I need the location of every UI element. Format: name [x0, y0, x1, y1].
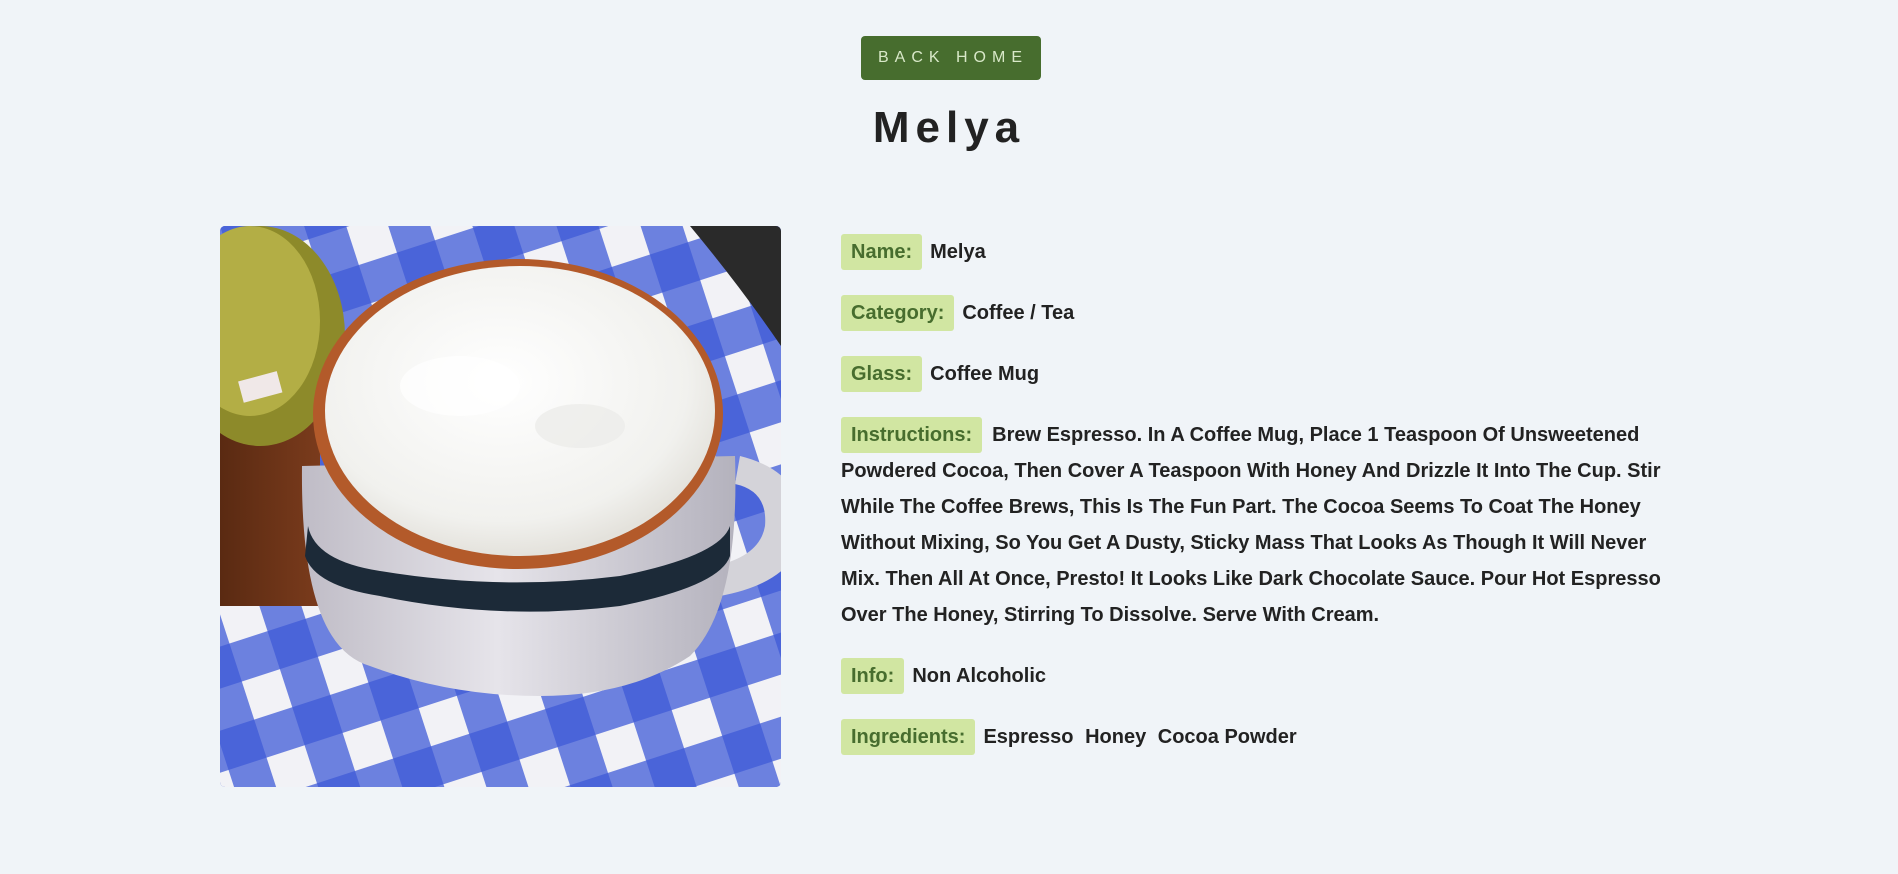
ingredient-item: Cocoa Powder [1157, 726, 1297, 748]
instructions-value: Brew Espresso. In A Coffee Mug, Place 1 … [841, 424, 1661, 626]
detail-glass: Glass: Coffee Mug [841, 356, 1681, 392]
back-home-button[interactable]: Back Home [861, 36, 1041, 80]
detail-category: Category: Coffee / Tea [841, 295, 1681, 331]
page-title: Melya [872, 103, 1026, 152]
category-value: Coffee / Tea [962, 302, 1075, 324]
info-value: Non Alcoholic [912, 665, 1047, 687]
drink-details: Name: Melya Category: Coffee / Tea Glass: C… [841, 234, 1681, 780]
instructions-label: Instructions: [841, 417, 983, 453]
info-label: Info: [841, 658, 905, 694]
drink-photo [220, 226, 781, 787]
detail-instructions: Instructions: Brew Espresso. In A Coffee … [841, 417, 1681, 633]
glass-label: Glass: [841, 356, 923, 392]
ingredient-item: Honey [1085, 726, 1147, 748]
name-label: Name: [841, 234, 923, 270]
cocktail-detail-page: Back Home Melya [0, 0, 1898, 874]
ingredient-item: Espresso [983, 726, 1074, 748]
ingredients-label: Ingredients: [841, 719, 976, 755]
detail-info: Info: Non Alcoholic [841, 658, 1681, 694]
glass-value: Coffee Mug [930, 363, 1040, 385]
category-label: Category: [841, 295, 955, 331]
detail-ingredients: Ingredients: Espresso Honey Cocoa Powder [841, 719, 1681, 755]
name-value: Melya [930, 241, 986, 263]
detail-name: Name: Melya [841, 234, 1681, 270]
